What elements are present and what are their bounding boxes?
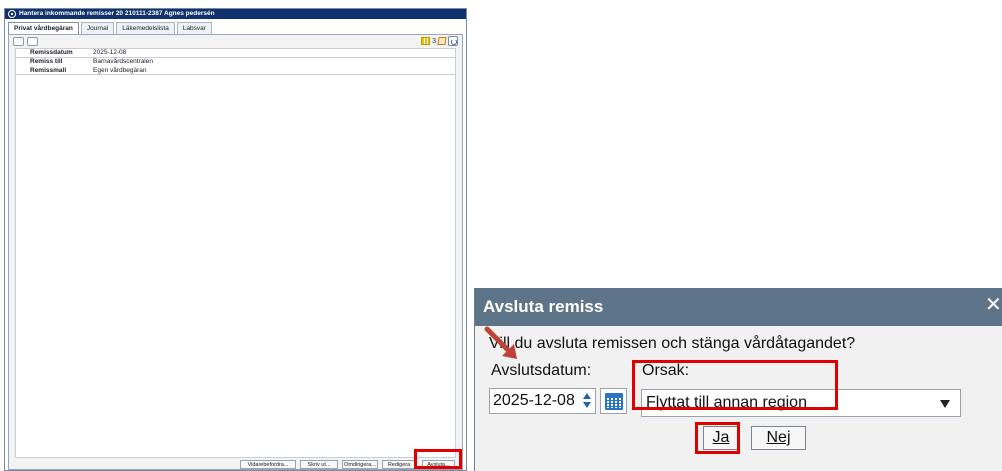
- refresh-icon[interactable]: [448, 36, 458, 46]
- dialog-question: Vill du avsluta remissen och stänga vård…: [489, 335, 856, 352]
- content-frame: 3 Remissdatum 2025-12-08 Remiss till Bar…: [8, 34, 463, 470]
- field-label: Remissmall: [30, 67, 67, 74]
- calendar-button[interactable]: [600, 388, 627, 414]
- content-toolbar: 3: [9, 35, 462, 47]
- referral-document: Remissdatum 2025-12-08 Remiss till Barna…: [15, 48, 456, 458]
- window-title: Hantera inkommande remisser 20 210111-23…: [19, 10, 215, 17]
- grid-icon[interactable]: [421, 37, 431, 45]
- row-remissdatum: Remissdatum 2025-12-08: [16, 49, 455, 57]
- toolbar-right: 3: [421, 36, 458, 46]
- end-date-value: 2025-12-08: [493, 392, 575, 409]
- end-date-field[interactable]: 2025-12-08: [489, 388, 596, 414]
- dropdown-arrow-icon[interactable]: [940, 400, 950, 408]
- reason-dropdown[interactable]: Flyttat till annan region: [641, 389, 961, 417]
- field-value: Egen vårdbegäran: [93, 67, 147, 74]
- dialog-title: Avsluta remiss: [483, 297, 604, 316]
- window-titlebar: Hantera inkommande remisser 20 210111-23…: [5, 9, 466, 19]
- calendar-icon: [605, 393, 623, 410]
- field-value: Barnavårdscentralen: [93, 58, 153, 65]
- tab-journal[interactable]: Journal: [80, 22, 115, 34]
- tab-labsvar[interactable]: Labsvar: [176, 22, 212, 34]
- toolbar-count: 3: [432, 37, 436, 45]
- no-button[interactable]: Nej: [751, 426, 806, 450]
- reason-label: Orsak:: [642, 362, 690, 379]
- field-label: Remissdatum: [30, 49, 73, 56]
- dialog-header: Avsluta remiss ✕: [475, 288, 1002, 326]
- reroute-button[interactable]: Omdirigera...: [342, 460, 378, 469]
- edit-button[interactable]: Redigera: [382, 460, 416, 469]
- referral-window: Hantera inkommande remisser 20 210111-23…: [4, 8, 467, 471]
- tab-bar: Privat vårdbegäran Journal Läkemedelslis…: [8, 22, 214, 35]
- tab-lakemedelslista[interactable]: Läkemedelslista: [116, 22, 175, 34]
- field-value: 2025-12-08: [93, 49, 127, 56]
- note-icon[interactable]: [437, 37, 447, 45]
- date-spinner-icon[interactable]: [583, 393, 592, 409]
- notes-icon[interactable]: [27, 37, 38, 46]
- row-remissmall: Remissmall Egen vårdbegäran: [16, 67, 455, 75]
- close-icon[interactable]: ✕: [985, 295, 1002, 317]
- field-label: Remiss till: [30, 58, 63, 65]
- document-icon[interactable]: [13, 37, 24, 46]
- close-referral-button[interactable]: Avsluta...: [422, 460, 455, 469]
- print-button[interactable]: Skriv ut...: [300, 460, 338, 469]
- pointer-arrow-icon: [484, 326, 517, 359]
- bottom-button-bar: Vidarebefordra... Skriv ut... Omdirigera…: [9, 460, 462, 470]
- reason-selected-value: Flyttat till annan region: [646, 394, 807, 411]
- yes-button[interactable]: Ja: [703, 426, 739, 450]
- app-icon: [8, 10, 16, 18]
- row-remiss-till: Remiss till Barnavårdscentralen: [16, 58, 455, 66]
- close-referral-dialog: Avsluta remiss ✕ Vill du avsluta remisse…: [474, 288, 1002, 471]
- forward-button[interactable]: Vidarebefordra...: [240, 460, 296, 469]
